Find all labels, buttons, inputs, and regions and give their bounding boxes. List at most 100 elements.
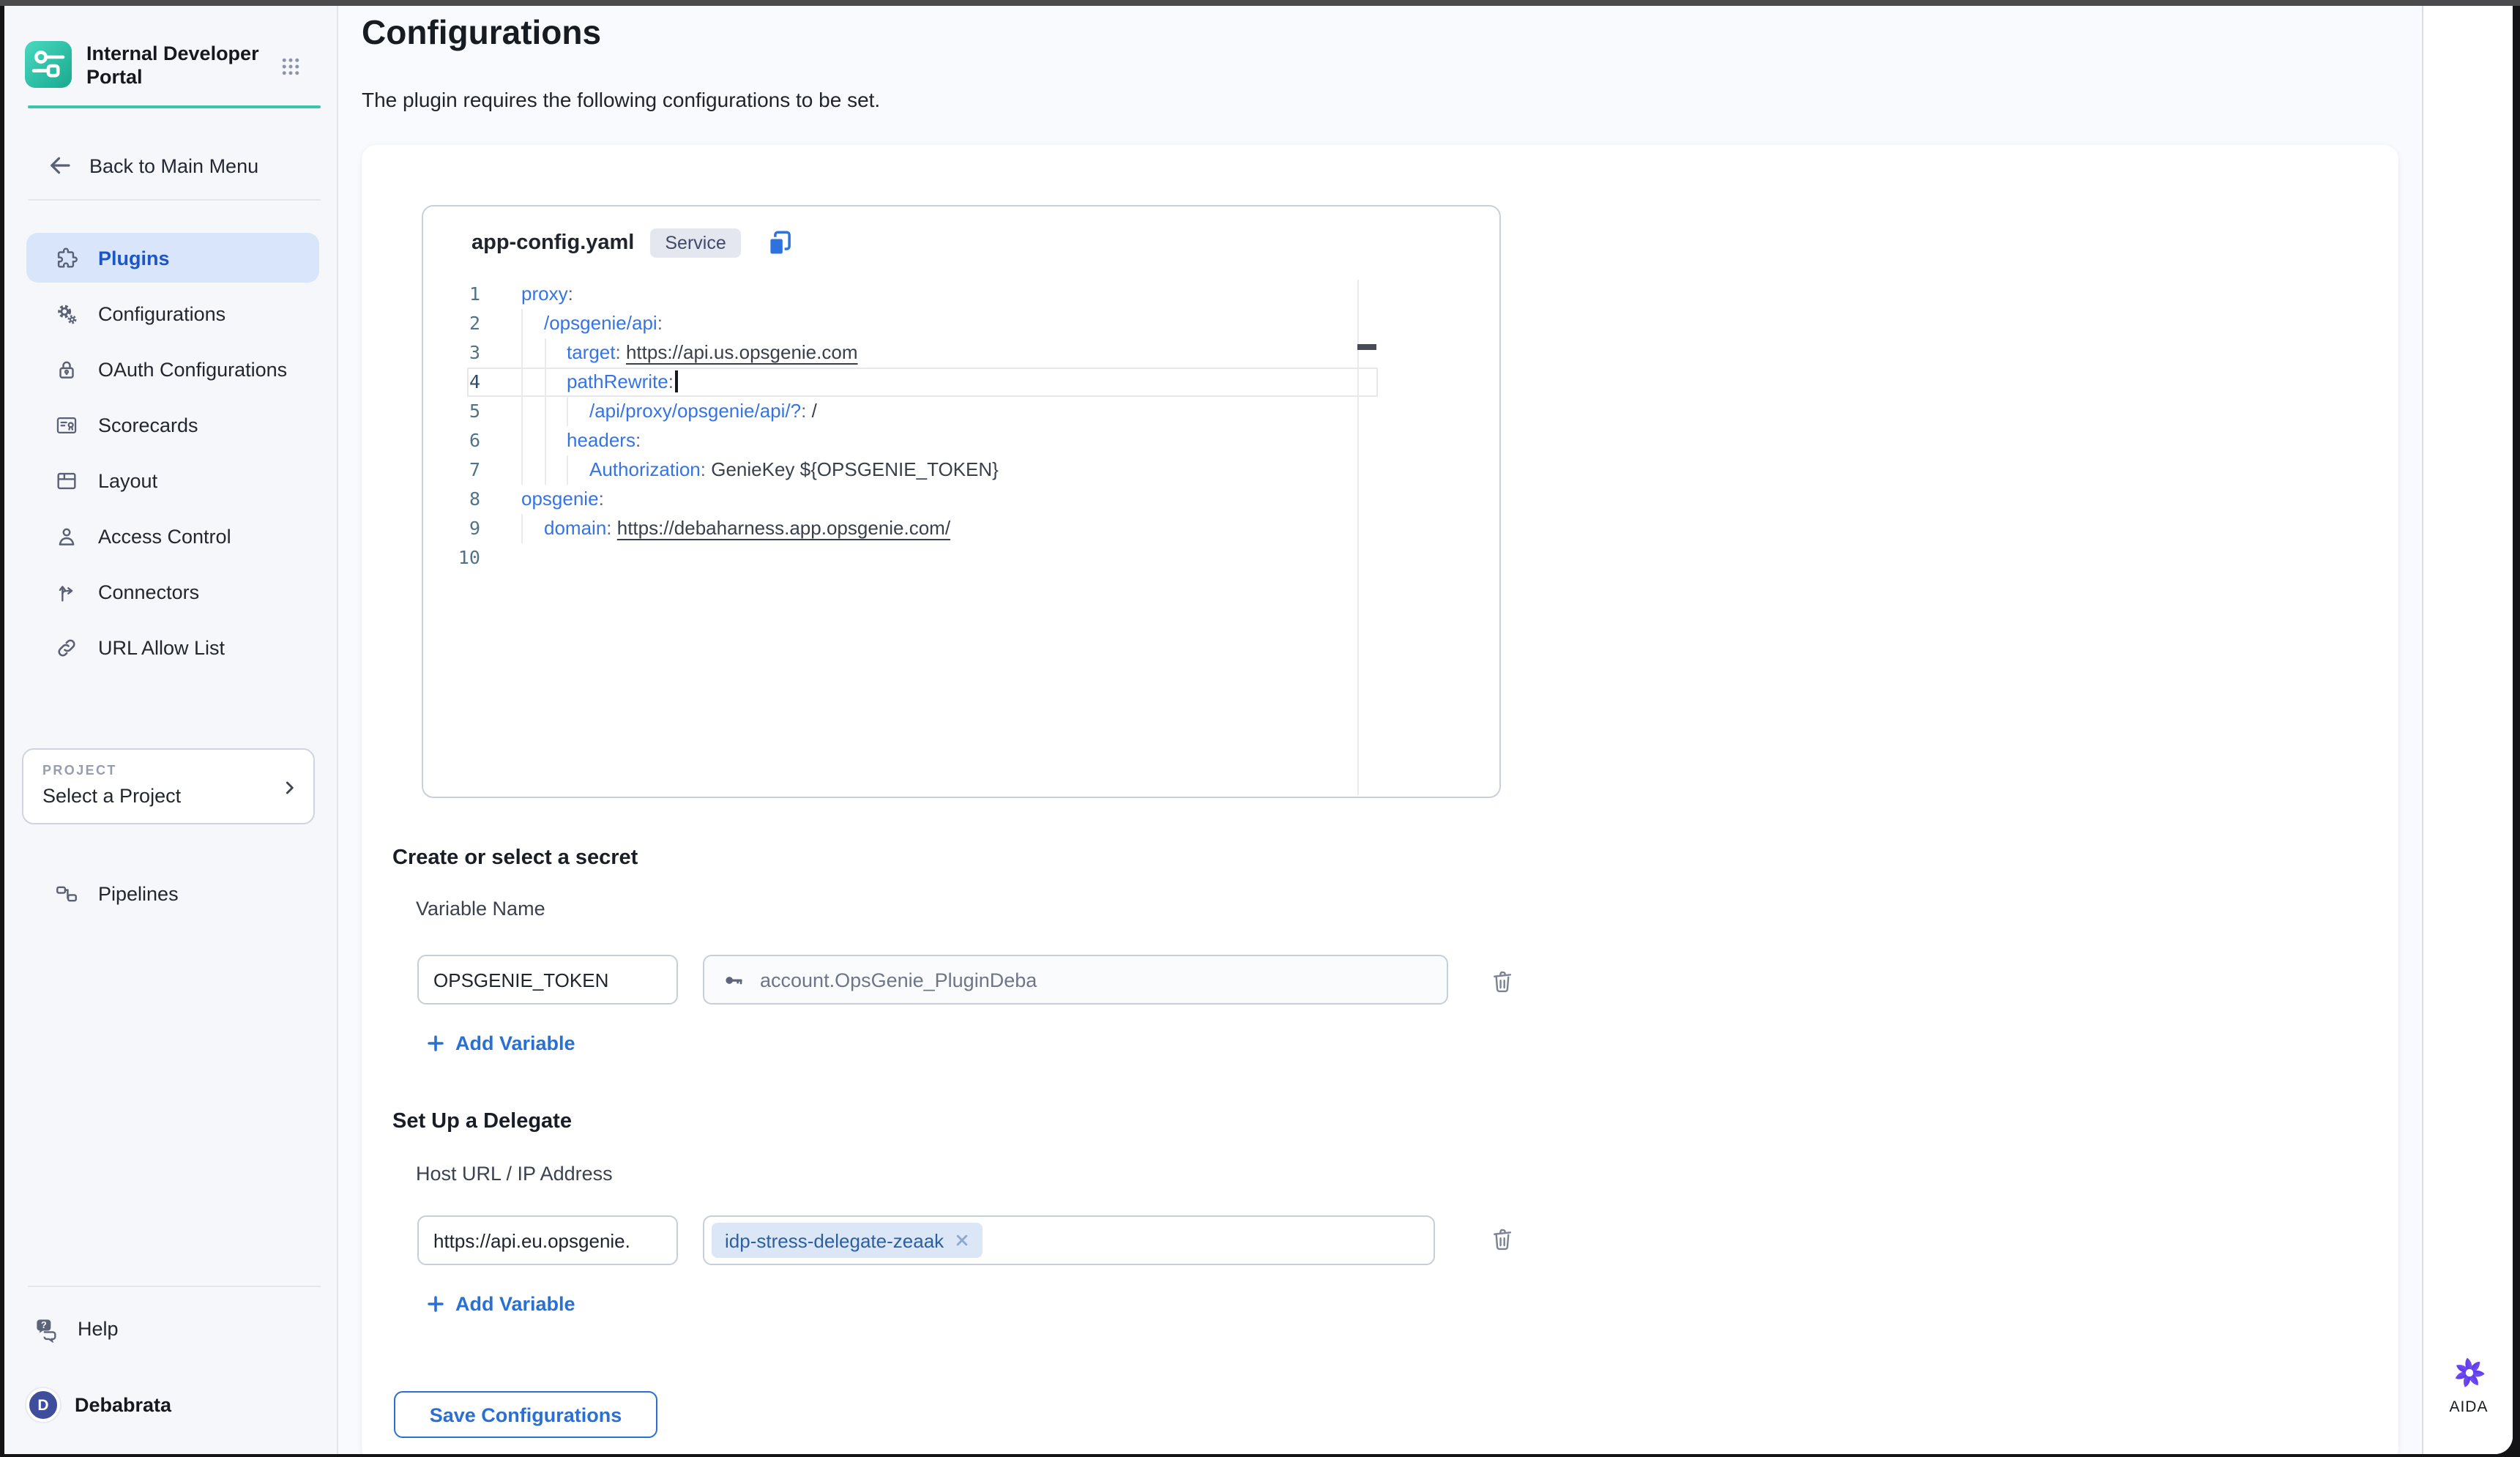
layout-icon [54,468,79,493]
indent-guide [544,397,567,426]
sidebar-item-configurations[interactable]: Configurations [26,288,319,338]
line-number: 2 [423,309,480,338]
variable-name-label: Variable Name [416,898,545,920]
remove-tag-icon[interactable] [954,1233,969,1248]
page-subtitle: The plugin requires the following config… [362,88,880,111]
lock-icon [54,357,79,381]
line-number: 7 [423,455,480,485]
line-number: 4 [423,368,480,397]
sidebar-item-connectors[interactable]: Connectors [26,567,319,616]
delegate-section-heading: Set Up a Delegate [392,1110,572,1133]
help-label: Help [78,1317,119,1339]
line-number: 1 [423,280,480,309]
sidebar-item-label: Configurations [98,302,225,324]
line-content: /api/proxy/opsgenie/api/?: / [521,397,817,426]
right-panel-strip: AIDA [2422,6,2513,1454]
line-number: 10 [423,543,480,573]
line-content: pathRewrite: [521,368,678,397]
delegate-tag-label: idp-stress-delegate-zeaak [725,1229,944,1251]
code-line[interactable]: 4 pathRewrite: [423,368,1498,397]
arrow-left-icon [47,152,73,179]
person-icon [54,523,79,548]
sidebar-item-oauth-configurations[interactable]: OAuth Configurations [26,344,319,394]
delete-delegate-row-button[interactable] [1489,1224,1516,1253]
sidebar-item-plugins[interactable]: Plugins [26,233,319,283]
code-line[interactable]: 1proxy: [423,280,1498,309]
line-content: Authorization: GenieKey ${OPSGENIE_TOKEN… [521,455,999,485]
app-grid-icon[interactable] [280,56,302,78]
sidebar-item-layout[interactable]: Layout [26,455,319,505]
line-number: 5 [423,397,480,426]
sidebar-item-pipelines[interactable]: Pipelines [26,868,319,918]
svg-text:?: ? [41,1319,47,1330]
code-line[interactable]: 6headers: [423,426,1498,455]
indent-guide [521,426,544,455]
project-label: PROJECT [42,763,117,778]
editor-header: app-config.yaml Service [423,206,1499,280]
code-line[interactable]: 8opsgenie: [423,485,1498,514]
aida-assistant-button[interactable]: AIDA [2423,1353,2513,1416]
delegate-tags-field[interactable]: idp-stress-delegate-zeaak [703,1215,1435,1265]
aida-label: AIDA [2449,1398,2488,1416]
secret-value: account.OpsGenie_PluginDeba [760,969,1037,991]
sidebar: Internal Developer Portal Back to Main M… [4,6,338,1454]
indent-guide [544,338,567,368]
add-variable-button-delegate[interactable]: Add Variable [426,1292,575,1315]
scorecard-icon [54,412,79,437]
indent-guide [544,455,567,485]
trash-icon [1489,1224,1516,1253]
copy-icon[interactable] [764,228,795,258]
indent-guide [521,397,544,426]
secret-select-field[interactable]: account.OpsGenie_PluginDeba [703,955,1448,1005]
host-url-label: Host URL / IP Address [416,1163,613,1185]
service-badge: Service [650,228,740,258]
puzzle-icon [54,245,79,270]
sidebar-item-label: Scorecards [98,414,198,436]
project-value: Select a Project [42,785,181,807]
variable-name-input[interactable] [417,955,678,1005]
sidebar-item-access-control[interactable]: Access Control [26,511,319,561]
sidebar-item-scorecards[interactable]: Scorecards [26,400,319,450]
code-line[interactable]: 5/api/proxy/opsgenie/api/?: / [423,397,1498,426]
sidebar-divider [28,1286,321,1287]
code-line[interactable]: 10 [423,543,1498,573]
yaml-editor[interactable]: app-config.yaml Service 1proxy:2/opsgeni… [422,205,1501,798]
host-url-input[interactable] [417,1215,678,1265]
sidebar-item-label: Plugins [98,247,170,269]
indent-guide [567,455,589,485]
trash-icon [1489,966,1516,996]
save-configurations-button[interactable]: Save Configurations [394,1391,657,1438]
secret-section-heading: Create or select a secret [392,846,638,870]
app-logo [25,41,72,88]
code-line[interactable]: 9 domain: https://debaharness.app.opsgeni… [423,514,1498,543]
line-content: opsgenie: [521,485,604,514]
back-label: Back to Main Menu [89,154,258,176]
code-area[interactable]: 1proxy:2/opsgenie/api:3target: https://a… [423,280,1498,795]
indent-guide [521,309,544,338]
indent-guide [521,514,544,543]
help-button[interactable]: ? Help [32,1312,119,1344]
delete-variable-button[interactable] [1489,966,1516,996]
sidebar-item-label: Connectors [98,581,199,603]
line-number: 6 [423,426,480,455]
add-variable-label: Add Variable [455,1292,575,1314]
text-cursor [675,370,678,392]
brand-title: Internal Developer Portal [86,42,271,89]
page-title: Configurations [362,13,601,53]
back-to-main-menu[interactable]: Back to Main Menu [47,149,258,182]
fork-arrows-icon [54,579,79,604]
add-variable-button-secret[interactable]: Add Variable [426,1031,575,1054]
code-line[interactable]: 2/opsgenie/api: [423,309,1498,338]
user-menu[interactable]: D Debabrata [26,1388,171,1422]
configurations-card: app-config.yaml Service 1proxy:2/opsgeni… [362,145,2398,1454]
code-line[interactable]: 7 Authorization: GenieKey ${OPSGENIE_TOKE… [423,455,1498,485]
sidebar-divider [28,199,321,201]
sidebar-item-url-allow-list[interactable]: URL Allow List [26,622,319,672]
line-content: domain: https://debaharness.app.opsgenie… [521,514,950,543]
line-number: 9 [423,514,480,543]
sidebar-item-label: Layout [98,469,157,491]
code-line[interactable]: 3target: https://api.us.opsgenie.com [423,338,1498,368]
sidebar-item-label: URL Allow List [98,636,225,658]
indent-guide [521,338,544,368]
project-selector[interactable]: PROJECT Select a Project [22,748,315,824]
